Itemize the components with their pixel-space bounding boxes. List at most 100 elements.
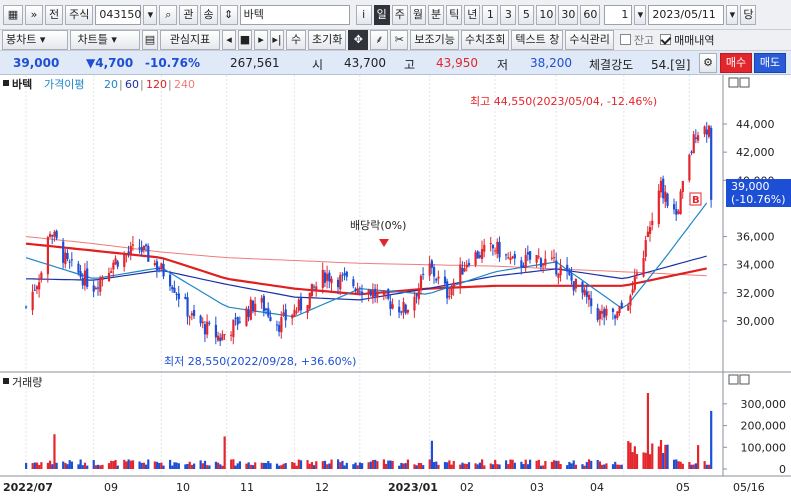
formula-manager-button[interactable]: 수식관리: [565, 30, 614, 50]
count-input[interactable]: 1: [604, 4, 633, 25]
candle-body: [413, 296, 416, 311]
volume-bar: [524, 459, 527, 469]
candle-body: [40, 272, 43, 280]
calendar-dropdown-icon[interactable]: ▾: [726, 4, 739, 25]
candle-body: [659, 180, 663, 193]
trade-history-checkbox[interactable]: 매매내역: [660, 32, 715, 48]
volume-bar: [249, 464, 252, 469]
volume-minimize-icon[interactable]: [728, 374, 739, 385]
period-button-7[interactable]: 1: [482, 4, 499, 25]
period-button-1[interactable]: 일: [373, 4, 390, 25]
candle-body: [206, 321, 209, 335]
period-button-8[interactable]: 3: [500, 4, 517, 25]
candle-body: [461, 267, 464, 275]
period-button-12[interactable]: 60: [580, 4, 601, 25]
balance-checkbox[interactable]: 잔고: [619, 32, 654, 48]
candle-body: [321, 269, 324, 288]
candle-body: [295, 311, 298, 313]
volume-maximize-icon[interactable]: [739, 374, 750, 385]
period-button-9[interactable]: 5: [518, 4, 535, 25]
high-label: 고: [404, 58, 416, 72]
scissors-icon[interactable]: ✂: [390, 30, 409, 50]
watchlist-button[interactable]: 관: [179, 4, 198, 25]
stock-chart[interactable]: 44,00042,00040,00036,00034,00032,00030,0…: [0, 75, 791, 496]
save-icon[interactable]: ▤: [142, 30, 158, 50]
date-input[interactable]: 2023/05/11: [648, 4, 725, 25]
period-button-6[interactable]: 년: [464, 4, 481, 25]
candle-body: [308, 292, 311, 309]
stock-name-field[interactable]: 바텍: [239, 4, 350, 25]
candle-body: [491, 244, 495, 249]
candle-body: [265, 308, 268, 311]
market-button[interactable]: 전: [45, 4, 64, 25]
svg-text:|: |: [119, 78, 123, 91]
menu-icon[interactable]: ▦: [3, 4, 23, 25]
candle-body: [385, 292, 388, 294]
legend-ma240: 240: [174, 78, 195, 91]
volume-bar: [430, 440, 434, 469]
volume-bar: [529, 459, 532, 469]
volume-bar: [452, 460, 455, 469]
search-icon[interactable]: ⌕: [159, 4, 178, 25]
legend-ma-label: 가격이평: [44, 78, 84, 91]
double-chevron-icon[interactable]: »: [25, 4, 43, 25]
volume-bar: [550, 461, 554, 469]
candle-body: [611, 308, 615, 313]
candle-body: [481, 248, 484, 260]
volume-bar: [361, 463, 364, 469]
gear-icon[interactable]: ⚙: [699, 53, 717, 73]
stock-type-button[interactable]: 주식: [65, 4, 94, 25]
up-down-icon[interactable]: ⇕: [219, 4, 238, 25]
buy-button[interactable]: 매수: [720, 53, 752, 73]
numeric-button[interactable]: 수: [286, 30, 306, 50]
period-button-10[interactable]: 10: [536, 4, 557, 25]
period-button-2[interactable]: 주: [391, 4, 408, 25]
candle-body: [398, 306, 401, 313]
candle-body: [142, 245, 146, 251]
volume-bar: [129, 460, 132, 469]
volume-bar: [620, 464, 623, 469]
count-spin-icon[interactable]: ▾: [634, 4, 647, 25]
end-icon[interactable]: ▸|: [270, 30, 284, 50]
candle-body: [230, 334, 233, 336]
stop-icon[interactable]: ■: [238, 30, 252, 50]
sell-button[interactable]: 매도: [754, 53, 786, 73]
text-window-button[interactable]: 텍스트 창: [511, 30, 564, 50]
transfer-button[interactable]: 송: [199, 4, 218, 25]
candle-body: [249, 299, 252, 320]
panel-maximize-icon[interactable]: [739, 77, 750, 88]
candle-chart-button[interactable]: 봉차트 ▾: [2, 30, 68, 50]
volume-bar: [223, 436, 226, 469]
indicator-button[interactable]: 관심지표: [160, 30, 220, 50]
aux-function-button[interactable]: 보조기능: [410, 30, 459, 50]
chart-frame-button[interactable]: 차트틀 ▾: [70, 30, 140, 50]
prev-icon[interactable]: ◂: [222, 30, 236, 50]
period-button-4[interactable]: 분: [428, 4, 445, 25]
draw-tool-icon[interactable]: ⸙: [370, 30, 389, 50]
value-lookup-button[interactable]: 수치조회: [460, 30, 510, 50]
price-tick-label: 32,000: [736, 287, 775, 300]
code-dropdown-icon[interactable]: ▾: [143, 4, 158, 25]
candle-body: [629, 295, 632, 306]
reset-button[interactable]: 초기화: [308, 30, 347, 50]
candle-body: [509, 257, 512, 261]
volume-bar: [522, 464, 525, 469]
period-button-11[interactable]: 30: [558, 4, 579, 25]
period-button-5[interactable]: 틱: [446, 4, 463, 25]
volume-bar: [203, 460, 207, 469]
candle-body: [234, 317, 237, 319]
today-button[interactable]: 당: [740, 4, 757, 25]
candle-body: [330, 278, 333, 284]
candle-body: [262, 296, 266, 312]
volume-bar: [184, 464, 187, 469]
crosshair-icon[interactable]: ✥: [348, 30, 369, 50]
period-button-0[interactable]: i: [355, 4, 372, 25]
panel-minimize-icon[interactable]: [728, 77, 739, 88]
stock-code-input[interactable]: 043150: [95, 4, 142, 25]
candle-body: [568, 269, 571, 275]
candle-body: [520, 260, 523, 268]
period-button-3[interactable]: 월: [409, 4, 426, 25]
next-icon[interactable]: ▸: [254, 30, 268, 50]
candle-body: [31, 291, 34, 311]
volume-bar: [692, 464, 695, 469]
